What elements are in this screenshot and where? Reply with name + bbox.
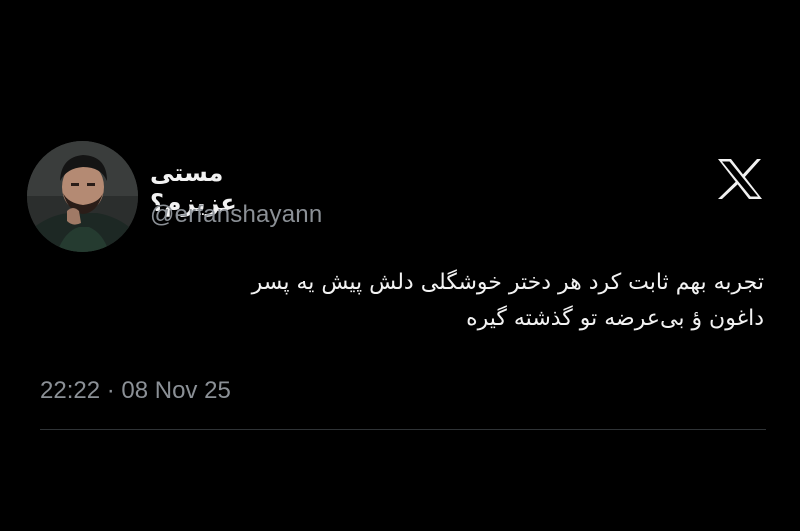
tweet-text-line: داغون ؤ بی‌عرضه تو گذشته گیره [466,306,764,331]
tweet-text-line: تجربه بهم ثابت کرد هر دختر خوشگلی دلش پی… [251,270,764,295]
tweet-text: تجربه بهم ثابت کرد هر دختر خوشگلی دلش پی… [40,265,764,337]
tweet-card: مستی عزیزم؟ @erfanshayann تجربه بهم ثابت… [0,0,800,531]
avatar-photo [27,141,138,252]
tweet-timestamp[interactable]: 22:22 · 08 Nov 25 [40,376,231,406]
x-logo-icon[interactable] [716,157,764,201]
divider [40,429,766,430]
author-handle[interactable]: @erfanshayann [150,200,322,230]
avatar[interactable] [27,141,138,252]
